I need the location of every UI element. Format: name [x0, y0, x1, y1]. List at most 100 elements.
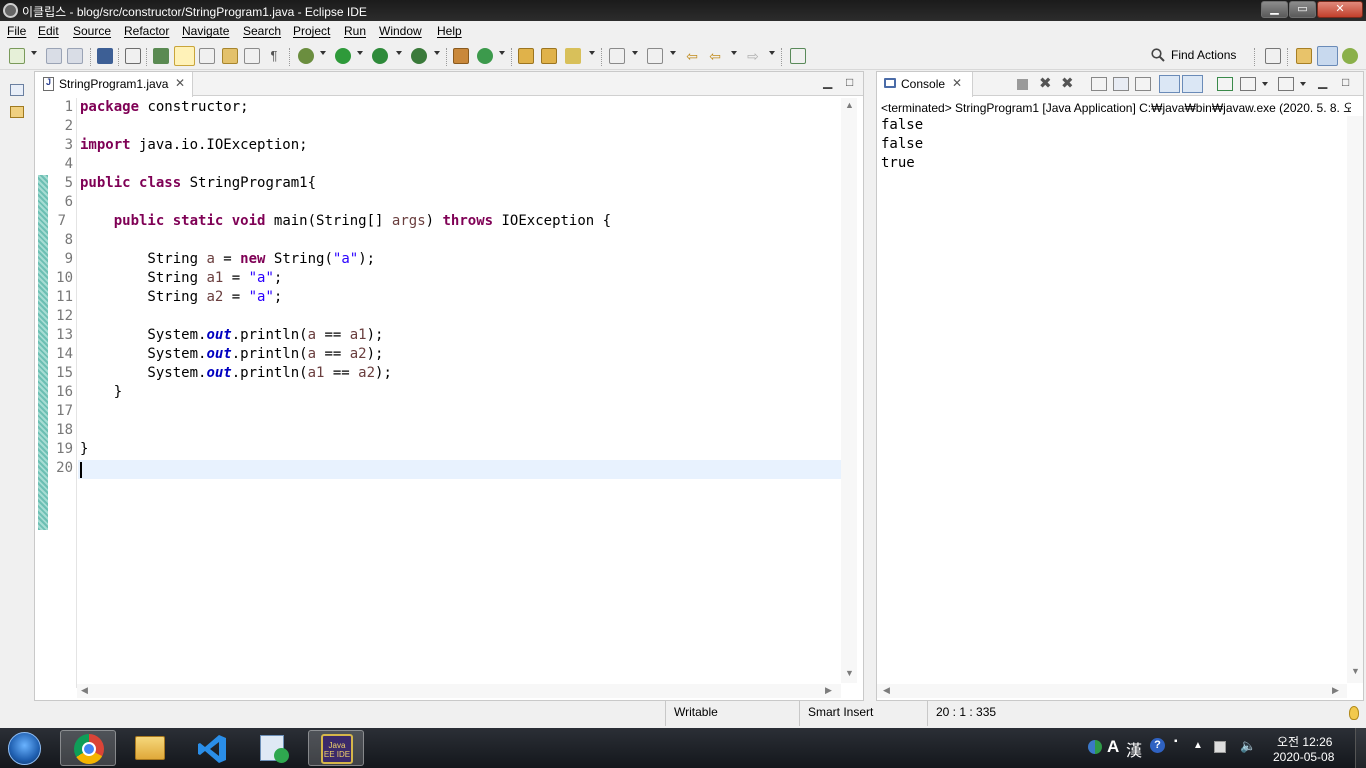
chevron-down-icon[interactable] [589, 51, 595, 55]
open-type-icon[interactable] [153, 48, 169, 64]
hanja-conversion-icon[interactable]: 漢 [1126, 737, 1142, 761]
chevron-down-icon[interactable] [731, 51, 737, 55]
start-button[interactable] [8, 732, 41, 765]
skip-breakpoints-icon[interactable] [125, 48, 141, 64]
menu-run[interactable]: Run [344, 24, 366, 38]
console-horizontal-scrollbar[interactable]: ◀ ▶ [877, 684, 1347, 698]
show-hidden-icons-icon[interactable]: ▲ [1193, 740, 1203, 751]
external-tools-icon[interactable] [411, 48, 427, 64]
clock-date[interactable]: 2020-05-08 [1273, 750, 1334, 764]
forward-icon[interactable]: ⇨ [745, 48, 761, 64]
run-icon[interactable] [335, 48, 351, 64]
toggle-block-selection-icon[interactable] [199, 48, 215, 64]
language-bar-icon[interactable] [1088, 740, 1102, 754]
chevron-down-icon[interactable] [670, 51, 676, 55]
lightbulb-icon[interactable] [1349, 706, 1359, 720]
java-perspective-icon[interactable] [1317, 46, 1338, 66]
scroll-right-icon[interactable]: ▶ [825, 685, 832, 696]
show-console-on-stderr-icon[interactable] [1182, 75, 1203, 93]
pin-editor-icon[interactable] [790, 48, 806, 64]
scroll-down-icon[interactable]: ▼ [1351, 666, 1360, 676]
scroll-left-icon[interactable]: ◀ [81, 685, 88, 696]
menu-project[interactable]: Project [293, 24, 330, 38]
chevron-down-icon[interactable] [1262, 82, 1268, 86]
taskbar-file-explorer[interactable] [122, 730, 178, 766]
pin-console-icon[interactable] [1217, 77, 1233, 91]
clear-console-icon[interactable] [1091, 77, 1107, 91]
close-button[interactable]: ✕ [1317, 1, 1363, 18]
coverage-icon[interactable] [372, 48, 388, 64]
minimize-button[interactable]: ▁ [1261, 1, 1288, 18]
taskbar-media-player[interactable] [246, 730, 302, 766]
ime-mode-indicator[interactable]: A [1107, 737, 1119, 757]
scroll-lock-icon[interactable] [1113, 77, 1129, 91]
word-wrap-icon[interactable] [244, 48, 260, 64]
taskbar-chrome[interactable] [60, 730, 116, 766]
close-icon[interactable]: ✕ [952, 76, 962, 90]
tab-stringprogram1[interactable]: StringProgram1.java ✕ [35, 72, 193, 97]
last-edit-icon[interactable]: ⇦ [684, 48, 700, 64]
package-explorer-icon[interactable] [10, 106, 24, 118]
restore-icon[interactable] [10, 84, 24, 96]
debug-icon[interactable] [298, 48, 314, 64]
search-flashlight-icon[interactable] [565, 48, 581, 64]
chevron-down-icon[interactable] [499, 51, 505, 55]
open-folder-icon[interactable] [518, 48, 534, 64]
close-icon[interactable]: ✕ [175, 76, 185, 90]
maximize-icon[interactable]: □ [1342, 75, 1349, 89]
new-wizard-icon[interactable] [9, 48, 25, 64]
open-console-icon[interactable] [1278, 77, 1294, 91]
ime-settings-icon[interactable]: ▪ [1174, 736, 1178, 747]
menu-refactor[interactable]: Refactor [124, 24, 169, 38]
menu-window[interactable]: Window [379, 24, 422, 38]
minimize-icon[interactable]: ▁ [1318, 75, 1327, 89]
new-java-package-icon[interactable] [453, 48, 469, 64]
scroll-right-icon[interactable]: ▶ [1332, 685, 1339, 696]
toggle-mark-occurrences-icon[interactable] [174, 46, 195, 66]
new-java-class-icon[interactable] [477, 48, 493, 64]
show-console-on-stdout-icon[interactable] [1159, 75, 1180, 93]
next-annotation-icon[interactable] [222, 48, 238, 64]
java-ee-perspective-icon[interactable] [1296, 48, 1312, 64]
chevron-down-icon[interactable] [632, 51, 638, 55]
network-icon[interactable] [1214, 741, 1226, 753]
help-icon[interactable]: ? [1150, 738, 1165, 753]
tab-console[interactable]: Console ✕ [877, 72, 973, 97]
back-icon[interactable]: ⇦ [707, 48, 723, 64]
menu-help[interactable]: Help [437, 24, 462, 38]
chevron-down-icon[interactable] [357, 51, 363, 55]
open-perspective-icon[interactable] [1265, 48, 1281, 64]
chevron-down-icon[interactable] [320, 51, 326, 55]
terminate-icon[interactable] [1017, 79, 1028, 90]
show-desktop-button[interactable] [1355, 728, 1366, 768]
word-wrap-icon[interactable] [1135, 77, 1151, 91]
code-text-area[interactable]: package constructor; import java.io.IOEx… [78, 98, 841, 688]
display-selected-console-icon[interactable] [1240, 77, 1256, 91]
menu-source[interactable]: Source [73, 24, 111, 38]
debug-perspective-icon[interactable] [1342, 48, 1358, 64]
chevron-down-icon[interactable] [31, 51, 37, 55]
minimize-icon[interactable]: ▁ [823, 75, 832, 89]
maximize-button[interactable]: ▭ [1289, 1, 1316, 18]
taskbar-eclipse[interactable]: Java EE IDE [308, 730, 364, 766]
editor-vertical-scrollbar[interactable]: ▲ ▼ [841, 98, 857, 683]
terminal-icon[interactable] [97, 48, 113, 64]
chevron-down-icon[interactable] [769, 51, 775, 55]
show-whitespace-icon[interactable]: ¶ [266, 48, 282, 64]
scroll-up-icon[interactable]: ▲ [845, 100, 854, 110]
taskbar-vscode[interactable] [184, 730, 240, 766]
remove-all-terminated-icon[interactable]: ✖ [1061, 76, 1077, 91]
menu-edit[interactable]: Edit [38, 24, 59, 38]
chevron-down-icon[interactable] [1300, 82, 1306, 86]
menu-navigate[interactable]: Navigate [182, 24, 229, 38]
menu-search[interactable]: Search [243, 24, 281, 38]
chevron-down-icon[interactable] [434, 51, 440, 55]
save-all-icon[interactable] [67, 48, 83, 64]
save-icon[interactable] [46, 48, 62, 64]
scroll-left-icon[interactable]: ◀ [883, 685, 890, 696]
clock-time[interactable]: 오전 12:26 [1277, 733, 1332, 750]
menu-file[interactable]: File [7, 24, 26, 38]
next-edit-location-icon[interactable] [609, 48, 625, 64]
chevron-down-icon[interactable] [396, 51, 402, 55]
volume-icon[interactable]: 🔈 [1240, 738, 1256, 754]
